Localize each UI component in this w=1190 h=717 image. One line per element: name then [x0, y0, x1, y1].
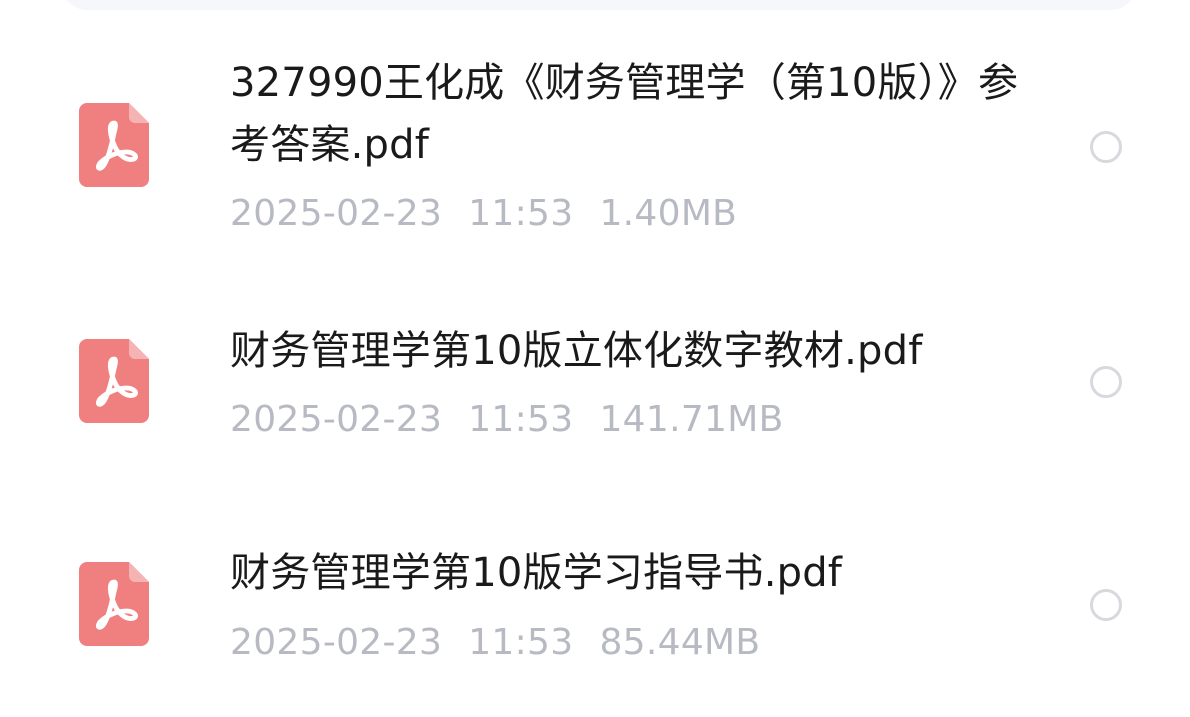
select-radio[interactable]	[1090, 131, 1122, 163]
file-name: 财务管理学第10版立体化数字教材.pdf	[230, 328, 923, 374]
file-date: 2025-02-23	[230, 399, 443, 440]
pdf-file-icon	[79, 562, 149, 646]
file-meta: 2025-02-23 11:53 141.71MB	[230, 398, 784, 442]
file-size: 1.40MB	[599, 193, 738, 234]
file-meta: 2025-02-23 11:53 1.40MB	[230, 192, 737, 236]
select-radio[interactable]	[1090, 589, 1122, 621]
file-size: 141.71MB	[599, 399, 784, 440]
file-time: 11:53	[468, 399, 574, 440]
pdf-file-icon	[79, 339, 149, 423]
file-meta: 2025-02-23 11:53 85.44MB	[230, 621, 760, 665]
file-name: 财务管理学第10版学习指导书.pdf	[230, 550, 843, 596]
file-name: 327990王化成《财务管理学（第10版）》参考答案.pdf	[230, 60, 1019, 168]
file-size: 85.44MB	[599, 622, 761, 663]
file-time: 11:53	[468, 193, 574, 234]
file-date: 2025-02-23	[230, 622, 443, 663]
file-time: 11:53	[468, 622, 574, 663]
pdf-file-icon	[79, 103, 149, 187]
file-list: 327990王化成《财务管理学（第10版）》参考答案.pdf 2025-02-2…	[0, 0, 1190, 717]
select-radio[interactable]	[1090, 366, 1122, 398]
file-date: 2025-02-23	[230, 193, 443, 234]
